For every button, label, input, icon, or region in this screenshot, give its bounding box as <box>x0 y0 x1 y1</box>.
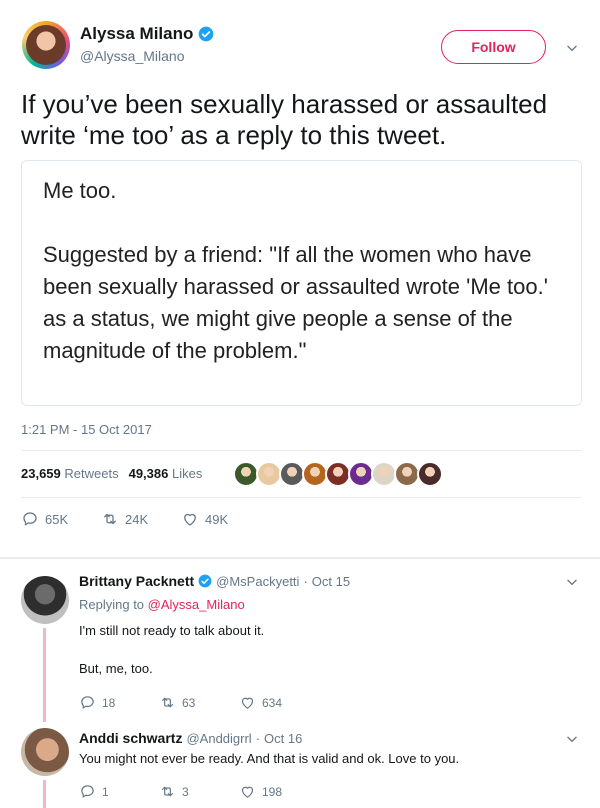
like-count: 198 <box>262 784 283 799</box>
likes-stat[interactable]: 49,386 Likes <box>129 466 203 481</box>
author-avatar[interactable] <box>22 21 70 69</box>
like-button[interactable]: 49K <box>181 510 261 528</box>
reply-text-line: I'm still not ready to talk about it. <box>79 623 265 638</box>
replying-to-link[interactable]: @Alyssa_Milano <box>148 597 245 612</box>
author-handle[interactable]: @Alyssa_Milano <box>80 48 184 64</box>
chevron-down-icon[interactable] <box>565 575 579 589</box>
reply-author-row[interactable]: Anddi schwartz @Anddigrrl · Oct 16 <box>79 730 302 746</box>
reply-icon <box>81 785 94 798</box>
reply-avatar[interactable] <box>21 728 69 776</box>
chevron-down-icon[interactable] <box>565 41 579 55</box>
reply-icon <box>23 512 37 526</box>
verified-icon <box>198 574 212 588</box>
retweet-count: 63 <box>182 695 196 710</box>
reply-button[interactable]: 18 <box>79 694 159 711</box>
retweet-button[interactable]: 63 <box>159 694 239 711</box>
tweet-timestamp[interactable]: 1:21 PM - 15 Oct 2017 <box>21 422 152 437</box>
reply-date[interactable]: Oct 16 <box>264 731 302 746</box>
divider <box>21 450 581 451</box>
reply-author-handle[interactable]: @Anddigrrl <box>186 731 251 746</box>
reply-actions: 18 63 634 <box>79 694 319 711</box>
retweets-stat[interactable]: 23,659 Retweets <box>21 466 119 481</box>
reply-count: 65K <box>45 511 69 527</box>
reply-avatar[interactable] <box>21 576 69 624</box>
retweet-icon <box>161 697 174 708</box>
liker-avatar[interactable] <box>417 461 443 487</box>
thread-line <box>43 780 46 808</box>
replying-to: Replying to @Alyssa_Milano <box>79 597 245 612</box>
chevron-down-icon[interactable] <box>565 732 579 746</box>
reply-button[interactable]: 65K <box>21 510 101 528</box>
reply-button[interactable]: 1 <box>79 783 159 800</box>
reply-author-row[interactable]: Brittany Packnett @MsPackyetti · Oct 15 <box>79 573 350 589</box>
retweet-icon <box>104 513 116 525</box>
reply-count: 18 <box>102 695 116 710</box>
like-icon <box>241 697 254 709</box>
like-icon <box>241 786 254 798</box>
like-button[interactable]: 634 <box>239 694 319 711</box>
reply-author-handle[interactable]: @MsPackyetti <box>216 574 299 589</box>
tweet-stats: 23,659 Retweets 49,386 Likes <box>21 466 202 481</box>
retweet-icon <box>161 786 174 797</box>
retweet-button[interactable]: 3 <box>159 783 239 800</box>
author-name-row[interactable]: Alyssa Milano <box>80 24 214 44</box>
retweet-count: 3 <box>182 784 189 799</box>
liker-avatars[interactable] <box>233 461 443 487</box>
tweet-text: If you’ve been sexually harassed or assa… <box>21 89 548 150</box>
retweet-count: 24K <box>125 511 149 527</box>
reply-author-name[interactable]: Brittany Packnett <box>79 573 194 589</box>
retweet-button[interactable]: 24K <box>101 510 181 528</box>
like-count: 634 <box>262 695 283 710</box>
meta-separator: · <box>303 573 308 589</box>
thread-line <box>43 628 46 722</box>
reply-actions: 1 3 198 <box>79 783 319 800</box>
reply-author-name[interactable]: Anddi schwartz <box>79 730 182 746</box>
reply-text-line: You might not ever be ready. And that is… <box>79 751 460 766</box>
tweet-actions: 65K 24K 49K <box>21 510 261 528</box>
follow-button[interactable]: Follow <box>441 30 546 64</box>
reply-date[interactable]: Oct 15 <box>312 574 350 589</box>
divider <box>21 497 581 498</box>
author-name[interactable]: Alyssa Milano <box>80 24 193 44</box>
reply-count: 1 <box>102 784 109 799</box>
reply-text-line: But, me, too. <box>79 661 153 676</box>
verified-icon <box>199 26 214 42</box>
tweet-media-image[interactable]: Me too. Suggested by a friend: "If all t… <box>21 160 582 406</box>
like-count: 49K <box>205 511 229 527</box>
like-icon <box>184 513 196 526</box>
meta-separator: · <box>255 730 261 746</box>
section-separator <box>0 557 600 559</box>
like-button[interactable]: 198 <box>239 783 319 800</box>
reply-icon <box>81 696 94 709</box>
media-image-text: Me too. Suggested by a friend: "If all t… <box>43 178 548 363</box>
